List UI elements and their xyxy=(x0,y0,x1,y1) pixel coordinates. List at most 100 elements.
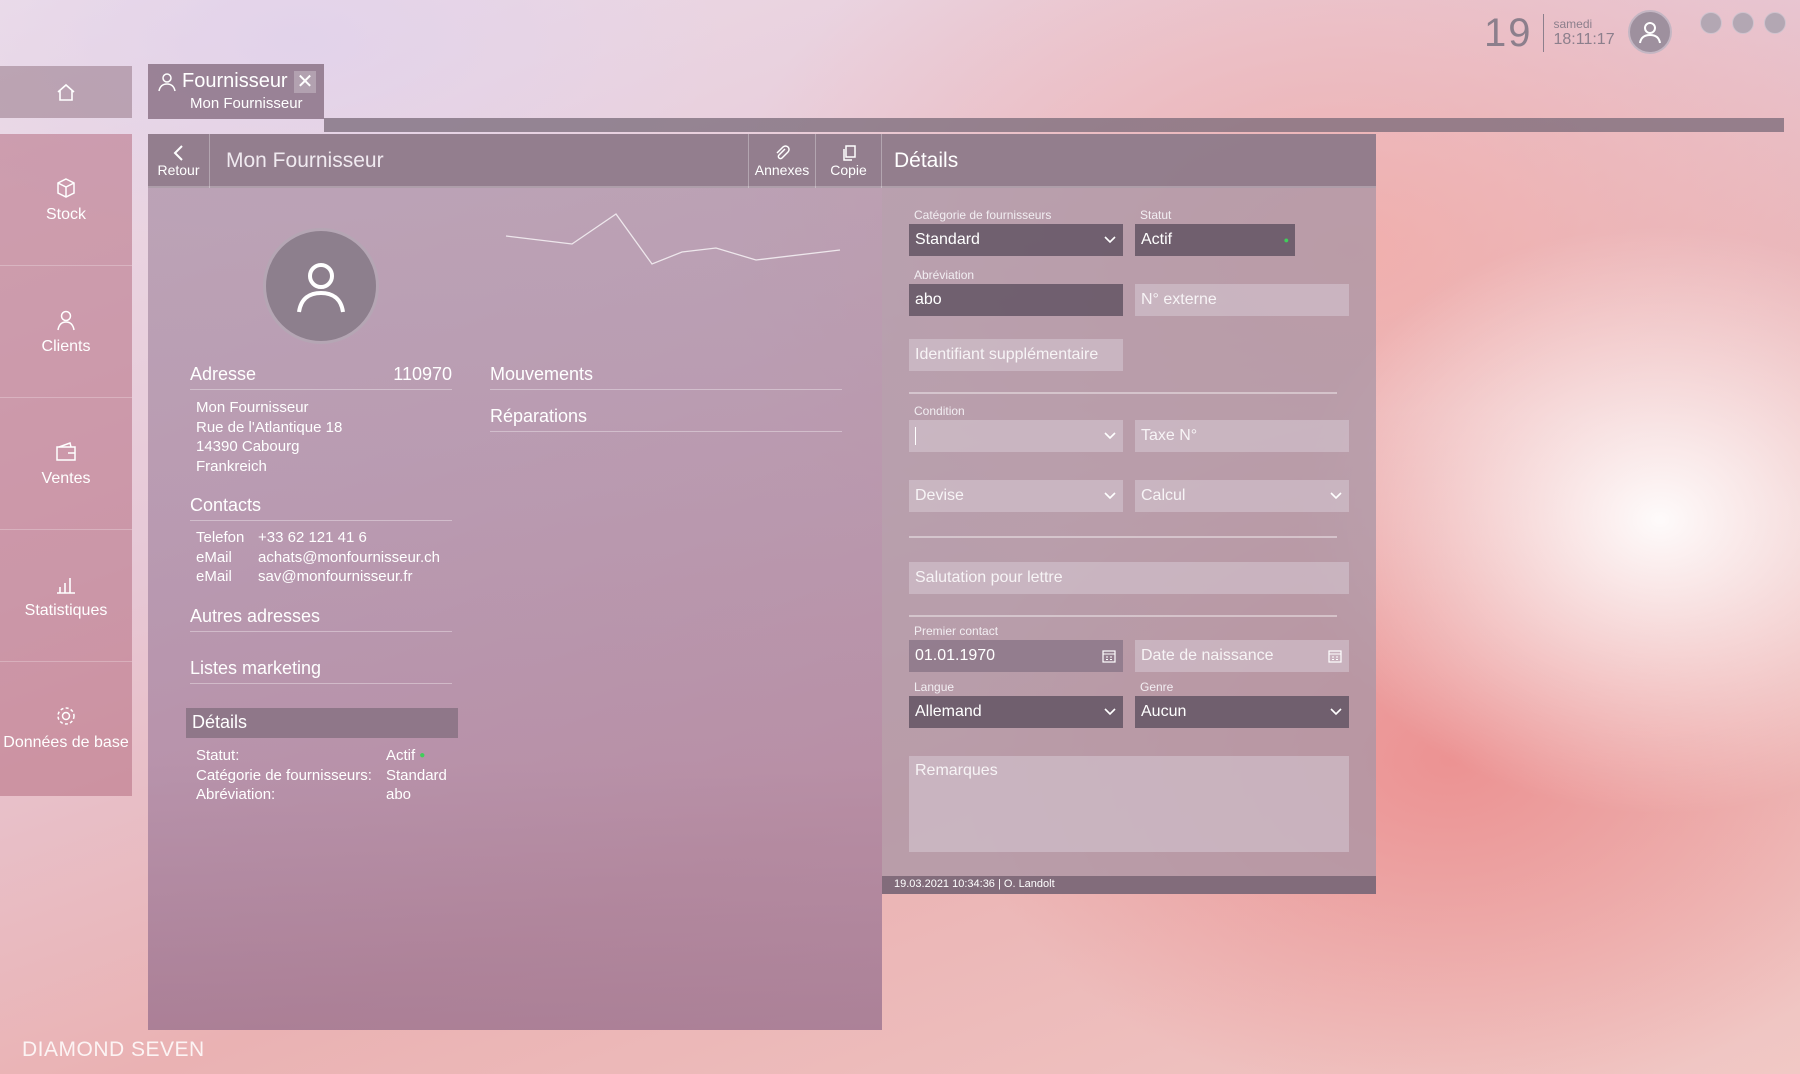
sidebar-item-label: Ventes xyxy=(41,469,91,487)
genre-select[interactable]: Aucun xyxy=(1135,696,1349,728)
supplier-avatar xyxy=(263,228,379,344)
langue-select[interactable]: Allemand xyxy=(909,696,1123,728)
date-naissance-placeholder: Date de naissance xyxy=(1141,647,1274,664)
date-time-display: 19 samedi 18:11:17 xyxy=(1484,10,1615,56)
contact-value[interactable]: +33 62 121 41 6 xyxy=(258,528,367,548)
time-label: 18:11:17 xyxy=(1553,30,1615,48)
statut-value: Actif xyxy=(1141,231,1173,248)
abreviation-label: Abréviation xyxy=(914,268,975,282)
remarques-placeholder: Remarques xyxy=(915,762,998,779)
user-avatar-button[interactable] xyxy=(1628,10,1672,54)
clock-divider xyxy=(1542,14,1544,52)
maximize-window-button[interactable] xyxy=(1732,12,1754,34)
contacts-list: Telefon +33 62 121 41 6 eMail achats@monfo… xyxy=(196,528,440,587)
summary-row: Statut: Actif ● xyxy=(196,746,447,766)
reparations-section[interactable]: Réparations xyxy=(490,406,842,432)
salutation-input[interactable]: Salutation pour lettre xyxy=(909,562,1349,594)
contact-value[interactable]: achats@monfournisseur.ch xyxy=(258,548,440,568)
close-window-button[interactable] xyxy=(1764,12,1786,34)
date-naissance-input[interactable]: Date de naissance xyxy=(1135,640,1349,672)
bar-chart-icon xyxy=(57,577,75,594)
chevron-down-icon xyxy=(1330,708,1342,716)
premier-contact-date-input[interactable]: 01.01.1970 xyxy=(909,640,1123,672)
summary-value: Standard xyxy=(386,766,447,784)
status-dot-icon: ● xyxy=(419,750,426,761)
contact-row: eMail achats@monfournisseur.ch xyxy=(196,548,440,568)
n-externe-input[interactable]: N° externe xyxy=(1135,284,1349,316)
abreviation-input[interactable]: abo xyxy=(909,284,1123,316)
calcul-select[interactable]: Calcul xyxy=(1135,480,1349,512)
summary-value: abo xyxy=(386,786,412,803)
sidebar-home-button[interactable] xyxy=(0,66,132,118)
summary-key: Catégorie de fournisseurs: xyxy=(196,766,372,784)
chevron-down-icon xyxy=(1104,708,1116,716)
address-title: Adresse xyxy=(190,364,257,384)
weekday-label: samedi xyxy=(1553,16,1593,31)
supplier-overview-panel: Retour Mon Fournisseur Annexes Copie Adr… xyxy=(148,134,882,1030)
contacts-title: Contacts xyxy=(190,495,262,515)
details-summary-header[interactable]: Détails xyxy=(186,708,458,738)
close-tab-button[interactable]: ✕ xyxy=(294,70,316,93)
person-icon xyxy=(297,263,345,313)
summary-key: Abréviation: xyxy=(196,786,276,803)
copy-button[interactable]: Copie xyxy=(816,134,882,188)
chevron-down-icon xyxy=(1104,432,1116,440)
address-line: 14390 Cabourg xyxy=(196,438,300,455)
page-title: Mon Fournisseur xyxy=(226,149,384,172)
summary-row: Abréviation: abo xyxy=(196,785,447,805)
address-block: Mon Fournisseur Rue de l'Atlantique 18 1… xyxy=(196,398,342,476)
address-line: Rue de l'Atlantique 18 xyxy=(196,418,343,436)
address-header[interactable]: Adresse 110970 xyxy=(190,364,452,390)
autres-adresses-section[interactable]: Autres adresses xyxy=(190,606,452,632)
details-footer: 19.03.2021 10:34:36 | O. Landolt xyxy=(882,876,1376,894)
activity-sparkline xyxy=(505,213,841,265)
tab-fournisseur[interactable]: Fournisseur ✕ Mon Fournisseur xyxy=(148,64,324,119)
sidebar-item-statistiques[interactable]: Statistiques xyxy=(0,530,132,662)
condition-select[interactable] xyxy=(909,420,1123,452)
sidebar-item-label: Statistiques xyxy=(24,601,108,619)
home-icon xyxy=(57,83,75,101)
contact-row: Telefon +33 62 121 41 6 xyxy=(196,528,440,548)
abreviation-value: abo xyxy=(915,291,942,308)
annexes-button[interactable]: Annexes xyxy=(748,134,816,188)
n-externe-placeholder: N° externe xyxy=(1141,291,1217,308)
taxe-input[interactable]: Taxe N° xyxy=(1135,420,1349,452)
summary-value: Actif xyxy=(386,747,416,764)
calendar-icon[interactable] xyxy=(1101,648,1117,664)
remarques-textarea[interactable]: Remarques xyxy=(909,756,1349,852)
devise-select[interactable]: Devise xyxy=(909,480,1123,512)
details-title: Détails xyxy=(894,149,959,172)
divider xyxy=(909,392,1337,394)
statut-select[interactable]: Actif ● xyxy=(1135,224,1295,256)
sidebar: Stock Clients Ventes Statistiques Donnée… xyxy=(0,134,132,796)
contact-value[interactable]: sav@monfournisseur.fr xyxy=(258,567,412,587)
contacts-header[interactable]: Contacts xyxy=(190,495,452,521)
tab-subtitle: Mon Fournisseur xyxy=(190,95,303,112)
address-line: Frankreich xyxy=(196,457,267,475)
main-toolbar: Retour Mon Fournisseur Annexes Copie xyxy=(148,134,882,188)
summary-key: Statut: xyxy=(196,747,240,764)
sidebar-item-donnees-de-base[interactable]: Données de base xyxy=(0,662,132,794)
back-button[interactable]: Retour xyxy=(148,134,210,188)
status-dot-icon: ● xyxy=(1283,235,1289,245)
person-icon xyxy=(57,310,75,330)
chevron-down-icon xyxy=(1330,492,1342,500)
minimize-window-button[interactable] xyxy=(1700,12,1722,34)
sidebar-item-label: Données de base xyxy=(3,734,129,751)
langue-value: Allemand xyxy=(915,703,982,720)
listes-marketing-section[interactable]: Listes marketing xyxy=(190,658,452,684)
sidebar-item-label: Clients xyxy=(41,337,91,355)
divider xyxy=(909,536,1337,538)
sidebar-item-clients[interactable]: Clients xyxy=(0,266,132,398)
gear-icon xyxy=(57,707,75,725)
contact-type: eMail xyxy=(196,568,232,585)
sidebar-item-stock[interactable]: Stock xyxy=(0,134,132,266)
day-number: 19 xyxy=(1484,10,1533,55)
categorie-select[interactable]: Standard xyxy=(909,224,1123,256)
mouvements-section[interactable]: Mouvements xyxy=(490,364,842,390)
calendar-icon[interactable] xyxy=(1327,648,1343,664)
identifiant-supplementaire-input[interactable]: Identifiant supplémentaire xyxy=(909,339,1123,371)
wallet-icon xyxy=(56,441,76,461)
chevron-down-icon xyxy=(1104,492,1116,500)
sidebar-item-ventes[interactable]: Ventes xyxy=(0,398,132,530)
